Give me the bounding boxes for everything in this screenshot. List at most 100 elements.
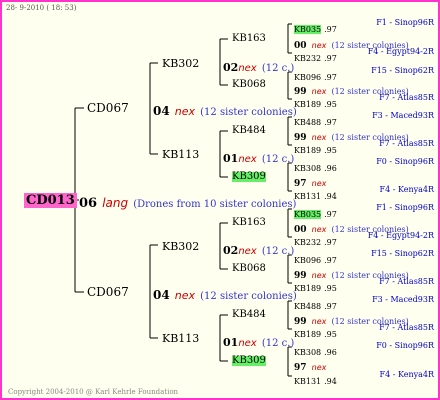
l4-queen-id[interactable]: KB035 xyxy=(294,210,322,219)
l3-queen-id[interactable]: KB484 xyxy=(232,126,266,136)
l4-location: F3 - Maced93R xyxy=(372,295,434,304)
l1-mate-num: 04 xyxy=(153,104,170,118)
l4-row: KB035.97 F1 - Sinop96R xyxy=(294,204,434,220)
l4-value: .96 xyxy=(324,348,337,357)
l4-location: F15 - Sinop62R xyxy=(371,249,434,258)
l4-queen-id[interactable]: KB488 xyxy=(294,118,321,127)
l4-row: KB189.95 F7 - Atlas85R xyxy=(294,94,434,110)
l2-mate-num: 02 xyxy=(223,244,239,257)
l4-location: F4 - Egypt94-2R xyxy=(367,231,434,240)
l4-value: .95 xyxy=(324,100,337,109)
l4-row: KB035.97 F1 - Sinop96R xyxy=(294,19,434,35)
l4-row: KB189.95 F7 - Atlas85R xyxy=(294,278,434,294)
l4-row: KB131.94 F4 - Kenya4R xyxy=(294,186,434,202)
l4-location: F0 - Sinop96R xyxy=(376,157,434,166)
l4-location: F4 - Kenya4R xyxy=(379,185,434,194)
l1-mating: 04 nex (12 sister colonies) xyxy=(153,102,297,118)
root-race: lang xyxy=(102,196,129,210)
l4-queen-id[interactable]: KB035 xyxy=(294,25,322,34)
l4-location: F1 - Sinop96R xyxy=(376,18,434,27)
l4-value: .96 xyxy=(324,164,337,173)
l4-value: .97 xyxy=(324,73,337,82)
header-date: 28- 9-2010 ( 18: 53) xyxy=(6,4,77,12)
l2-queen-id[interactable]: KB113 xyxy=(162,149,199,160)
l4-row: KB096.97 F15 - Sinop62R xyxy=(294,67,434,83)
l4-location: F7 - Atlas85R xyxy=(379,277,434,286)
l2-queen-id[interactable]: KB302 xyxy=(162,58,199,69)
l1-race: nex xyxy=(174,105,196,118)
l3-queen-id[interactable]: KB068 xyxy=(232,264,266,274)
l4-row: KB131.94 F4 - Kenya4R xyxy=(294,371,434,387)
l2-queen-id[interactable]: KB113 xyxy=(162,333,199,344)
l2-race: nex xyxy=(238,63,257,74)
l4-location: F7 - Atlas85R xyxy=(379,323,434,332)
l4-value: .97 xyxy=(324,210,337,219)
l3-queen-id[interactable]: KB309 xyxy=(232,172,266,182)
l4-row: KB189.95 F7 - Atlas85R xyxy=(294,324,434,340)
l4-location: F15 - Sinop62R xyxy=(371,66,434,75)
l4-row: KB308.96 F0 - Sinop96R xyxy=(294,342,434,358)
pedigree-frame: 28- 9-2010 ( 18: 53) CD013 06 lang (Dron… xyxy=(0,0,440,400)
l3-queen-id[interactable]: KB068 xyxy=(232,80,266,90)
l2-note: (12 c.) xyxy=(261,154,295,165)
l4-location: F1 - Sinop96R xyxy=(376,203,434,212)
l4-queen-id[interactable]: KB232 xyxy=(294,54,321,63)
l4-queen-id[interactable]: KB096 xyxy=(294,256,321,265)
root-queen-id[interactable]: CD013 xyxy=(24,193,77,208)
l4-row: KB308.96 F0 - Sinop96R xyxy=(294,158,434,174)
l1-mate-num: 04 xyxy=(153,288,170,302)
l2-mate-num: 02 xyxy=(223,61,239,74)
footer-copyright: Copyright 2004-2010 @ Karl Kehrle Founda… xyxy=(8,388,179,396)
l3-queen-id[interactable]: KB163 xyxy=(232,218,266,228)
l2-note: (12 c.) xyxy=(261,63,295,74)
l4-location: F7 - Atlas85R xyxy=(379,93,434,102)
l1-note: (12 sister colonies) xyxy=(200,107,297,118)
l4-queen-id[interactable]: KB232 xyxy=(294,238,321,247)
l4-row: KB189.95 F7 - Atlas85R xyxy=(294,140,434,156)
l4-value: .97 xyxy=(324,238,337,247)
l3-queen-id[interactable]: KB163 xyxy=(232,34,266,44)
l4-row: KB232.97 F4 - Egypt94-2R xyxy=(294,232,434,248)
l4-value: .97 xyxy=(324,256,337,265)
l4-value: .95 xyxy=(324,330,337,339)
l2-note: (12 c.) xyxy=(261,246,295,257)
l4-queen-id[interactable]: KB488 xyxy=(294,302,321,311)
l4-queen-id[interactable]: KB308 xyxy=(294,348,321,357)
l2-mating: 01nex (12 c.) xyxy=(223,149,294,165)
l4-value: .97 xyxy=(324,302,337,311)
l4-location: F4 - Egypt94-2R xyxy=(367,47,434,56)
l4-row: KB232.97 F4 - Egypt94-2R xyxy=(294,48,434,64)
l4-queen-id[interactable]: KB189 xyxy=(294,100,321,109)
l4-value: .95 xyxy=(324,284,337,293)
l2-race: nex xyxy=(238,246,257,257)
l4-queen-id[interactable]: KB189 xyxy=(294,284,321,293)
l4-value: .97 xyxy=(324,25,337,34)
l4-queen-id[interactable]: KB308 xyxy=(294,164,321,173)
l2-note: (12 c.) xyxy=(261,338,295,349)
l4-row: KB096.97 F15 - Sinop62R xyxy=(294,250,434,266)
root-mate-num: 06 xyxy=(79,196,98,211)
l3-queen-id[interactable]: KB309 xyxy=(232,356,266,366)
l4-queen-id[interactable]: KB189 xyxy=(294,146,321,155)
l2-queen-id[interactable]: KB302 xyxy=(162,241,199,252)
l1-queen-id[interactable]: CD067 xyxy=(87,102,129,114)
l4-location: F3 - Maced93R xyxy=(372,111,434,120)
l1-race: nex xyxy=(174,289,196,302)
l4-location: F4 - Kenya4R xyxy=(379,370,434,379)
l1-mating: 04 nex (12 sister colonies) xyxy=(153,286,297,302)
l4-queen-id[interactable]: KB189 xyxy=(294,330,321,339)
l4-row: KB488.97 F3 - Maced93R xyxy=(294,112,434,128)
l4-value: .97 xyxy=(324,54,337,63)
l1-queen-id[interactable]: CD067 xyxy=(87,286,129,298)
l2-mating: 02nex (12 c.) xyxy=(223,241,294,257)
l2-mating: 02nex (12 c.) xyxy=(223,58,294,74)
l4-queen-id[interactable]: KB131 xyxy=(294,192,321,201)
l4-queen-id[interactable]: KB096 xyxy=(294,73,321,82)
l4-location: F7 - Atlas85R xyxy=(379,139,434,148)
l4-queen-id[interactable]: KB131 xyxy=(294,377,321,386)
l4-value: .94 xyxy=(324,192,337,201)
l4-value: .97 xyxy=(324,118,337,127)
l1-note: (12 sister colonies) xyxy=(200,291,297,302)
l3-queen-id[interactable]: KB484 xyxy=(232,310,266,320)
l2-mate-num: 01 xyxy=(223,336,239,349)
